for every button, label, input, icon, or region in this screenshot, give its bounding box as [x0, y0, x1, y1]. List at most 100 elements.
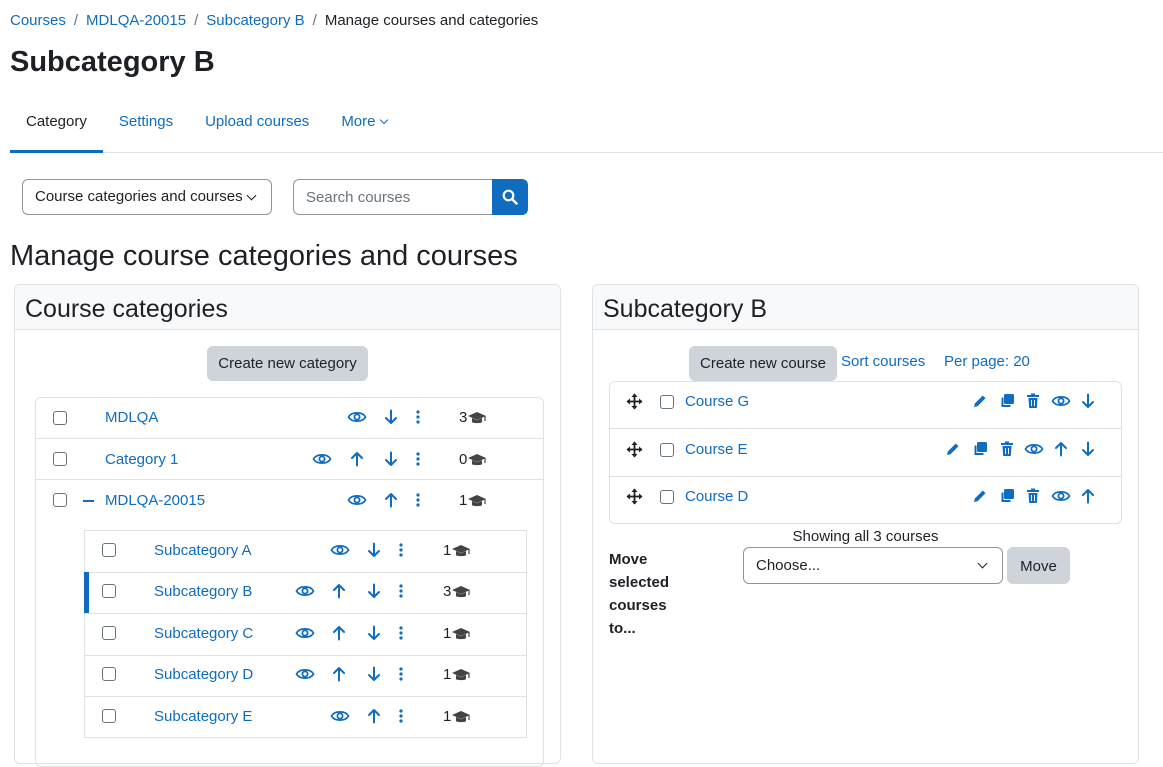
sort-courses-dropdown[interactable]: Sort courses — [841, 353, 933, 370]
category-checkbox[interactable] — [102, 667, 116, 681]
category-link[interactable]: Subcategory B — [154, 583, 252, 601]
arrow-down-icon[interactable] — [367, 583, 381, 599]
eye-icon[interactable] — [330, 708, 350, 724]
arrow-up-icon[interactable] — [332, 666, 346, 682]
kebab-menu-icon[interactable] — [398, 708, 404, 724]
course-link[interactable]: Course G — [685, 393, 749, 411]
category-link[interactable]: Subcategory C — [154, 625, 253, 643]
per-page-dropdown[interactable]: Per page: 20 — [944, 353, 1039, 370]
kebab-menu-icon[interactable] — [415, 492, 421, 508]
category-link[interactable]: Subcategory D — [154, 666, 253, 684]
copy-icon[interactable] — [972, 441, 988, 457]
move-icon[interactable] — [626, 393, 643, 410]
subcategory-row-e: Subcategory E 1 — [85, 697, 526, 739]
tab-settings[interactable]: Settings — [103, 104, 189, 152]
view-select[interactable]: Course categories and courses — [22, 179, 272, 215]
trash-icon[interactable] — [1026, 393, 1040, 409]
category-link[interactable]: Subcategory E — [154, 708, 252, 726]
arrow-up-icon[interactable] — [332, 583, 346, 599]
collapse-icon[interactable] — [83, 500, 94, 502]
tab-category[interactable]: Category — [10, 104, 103, 153]
move-icon[interactable] — [626, 488, 643, 505]
kebab-menu-icon[interactable] — [415, 409, 421, 425]
eye-icon[interactable] — [295, 625, 315, 641]
eye-icon[interactable] — [1024, 441, 1044, 457]
breadcrumb-courses[interactable]: Courses — [10, 12, 66, 29]
copy-icon[interactable] — [999, 393, 1015, 409]
course-count-value: 1 — [459, 492, 468, 509]
category-link[interactable]: Subcategory A — [154, 542, 252, 560]
arrow-up-icon[interactable] — [350, 451, 364, 467]
category-checkbox[interactable] — [53, 493, 67, 507]
tab-upload-courses[interactable]: Upload courses — [189, 104, 325, 152]
category-checkbox[interactable] — [53, 411, 67, 425]
eye-icon[interactable] — [312, 451, 332, 467]
edit-icon[interactable] — [972, 488, 988, 504]
category-checkbox[interactable] — [53, 452, 67, 466]
graduation-cap-icon — [452, 545, 471, 557]
arrow-up-icon[interactable] — [367, 708, 381, 724]
edit-icon[interactable] — [972, 393, 988, 409]
arrow-up-icon[interactable] — [1054, 441, 1068, 457]
arrow-up-icon[interactable] — [384, 492, 398, 508]
graduation-cap-icon — [452, 586, 471, 598]
course-count: 1 — [443, 542, 471, 560]
create-new-course-button[interactable]: Create new course — [689, 346, 837, 381]
course-checkbox[interactable] — [660, 490, 674, 504]
move-button[interactable]: Move — [1007, 547, 1070, 584]
courses-count-text: Showing all 3 courses — [792, 528, 939, 545]
create-new-category-button[interactable]: Create new category — [207, 346, 368, 381]
arrow-up-icon[interactable] — [1081, 488, 1095, 504]
course-checkbox[interactable] — [660, 395, 674, 409]
arrow-down-icon[interactable] — [367, 666, 381, 682]
edit-icon[interactable] — [945, 441, 961, 457]
category-checkbox[interactable] — [102, 584, 116, 598]
category-link[interactable]: Category 1 — [105, 451, 178, 469]
arrow-down-icon[interactable] — [384, 451, 398, 467]
arrow-down-icon[interactable] — [1081, 441, 1095, 457]
kebab-menu-icon[interactable] — [398, 583, 404, 599]
course-link[interactable]: Course E — [685, 441, 748, 459]
subcategory-row-b: Subcategory B 3 — [84, 572, 526, 614]
eye-icon[interactable] — [330, 542, 350, 558]
arrow-down-icon[interactable] — [384, 409, 398, 425]
move-icon[interactable] — [626, 441, 643, 458]
category-checkbox[interactable] — [102, 709, 116, 723]
category-checkbox[interactable] — [102, 626, 116, 640]
sort-courses-label: Sort courses — [841, 353, 926, 370]
search-input[interactable] — [293, 179, 492, 215]
course-search — [293, 179, 528, 215]
breadcrumb-mdlqa-20015[interactable]: MDLQA-20015 — [86, 12, 186, 29]
kebab-menu-icon[interactable] — [398, 666, 404, 682]
course-checkbox[interactable] — [660, 443, 674, 457]
breadcrumb-subcategory-b[interactable]: Subcategory B — [206, 12, 304, 29]
arrow-down-icon[interactable] — [1081, 393, 1095, 409]
eye-icon[interactable] — [295, 583, 315, 599]
kebab-menu-icon[interactable] — [415, 451, 421, 467]
arrow-up-icon[interactable] — [332, 625, 346, 641]
breadcrumb: Courses / MDLQA-20015 / Subcategory B / … — [10, 12, 538, 29]
subcategory-row-a: Subcategory A 1 — [85, 531, 526, 573]
category-link[interactable]: MDLQA — [105, 409, 158, 427]
category-link[interactable]: MDLQA-20015 — [105, 492, 205, 510]
category-checkbox[interactable] — [102, 543, 116, 557]
tab-more[interactable]: More — [325, 104, 402, 152]
eye-icon[interactable] — [347, 492, 367, 508]
arrow-down-icon[interactable] — [367, 625, 381, 641]
kebab-menu-icon[interactable] — [398, 542, 404, 558]
move-target-select[interactable]: Choose... — [743, 547, 1003, 584]
graduation-cap-icon — [468, 454, 487, 466]
search-button[interactable] — [492, 179, 528, 215]
trash-icon[interactable] — [1000, 441, 1014, 457]
eye-icon[interactable] — [1051, 393, 1071, 409]
trash-icon[interactable] — [1026, 488, 1040, 504]
kebab-menu-icon[interactable] — [398, 625, 404, 641]
section-title: Manage course categories and courses — [10, 240, 518, 272]
arrow-down-icon[interactable] — [367, 542, 381, 558]
copy-icon[interactable] — [999, 488, 1015, 504]
eye-icon[interactable] — [347, 409, 367, 425]
chevron-down-icon — [246, 190, 257, 201]
eye-icon[interactable] — [1051, 488, 1071, 504]
eye-icon[interactable] — [295, 666, 315, 682]
course-link[interactable]: Course D — [685, 488, 748, 506]
